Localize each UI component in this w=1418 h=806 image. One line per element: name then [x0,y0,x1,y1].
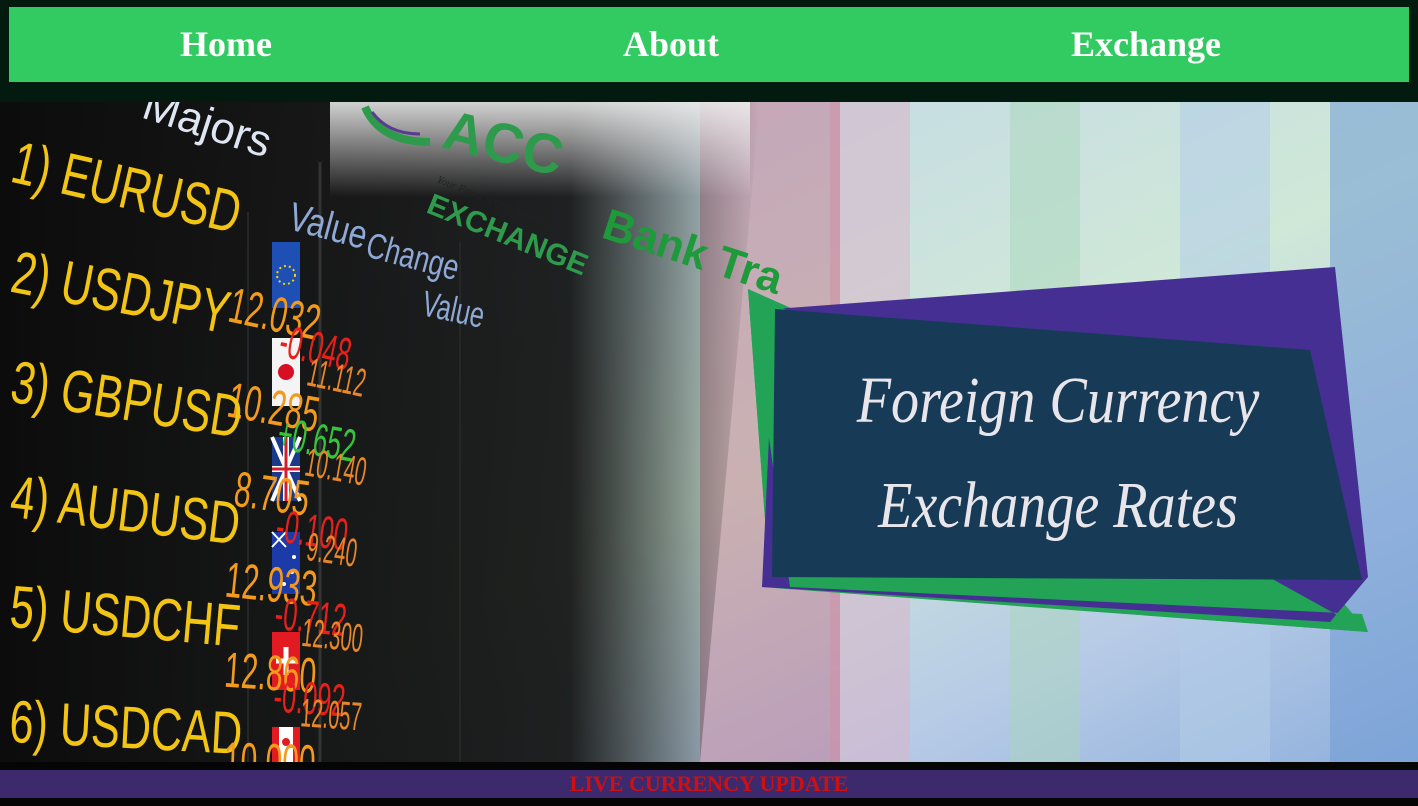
header-bar: Home About Exchange [0,0,1418,102]
hero-banner-image: ACC EXCHANGE Your Forex is Our Business … [0,102,1418,762]
main-nav: Home About Exchange [9,7,1409,82]
banner-line-2: Exchange Rates [877,469,1238,542]
pair-value2: 12.057 [299,690,363,740]
pair-label: 6) USDCAD [8,689,244,762]
nav-home-link[interactable]: Home [180,7,272,82]
banner-line-1: Foreign Currency [856,364,1260,437]
nav-exchange-link[interactable]: Exchange [1071,7,1221,82]
nav-about-link[interactable]: About [623,7,719,82]
pair-value: 10.000 [223,732,317,762]
exchange-rates-banner: Foreign Currency Exchange Rates [748,267,1368,632]
live-currency-update-label[interactable]: LIVE CURRENCY UPDATE [0,770,1418,798]
footer-bar: LIVE CURRENCY UPDATE [0,762,1418,806]
hero-illustration: ACC EXCHANGE Your Forex is Our Business … [0,102,1418,762]
